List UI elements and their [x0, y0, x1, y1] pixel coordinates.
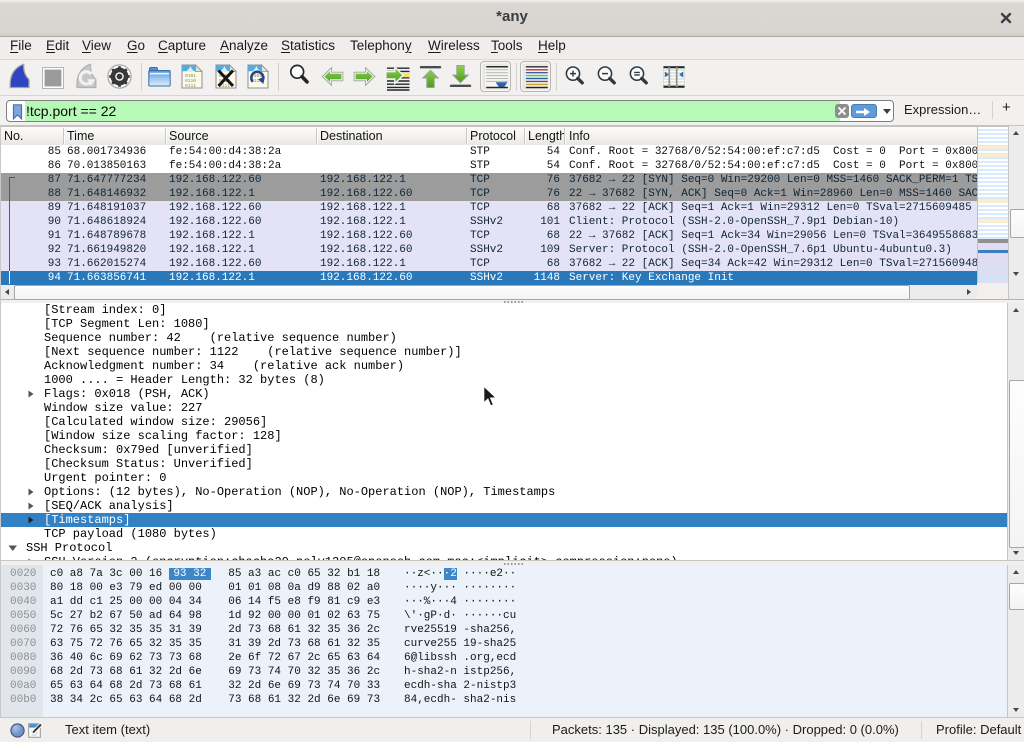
svg-text:0111: 0111: [185, 83, 196, 89]
